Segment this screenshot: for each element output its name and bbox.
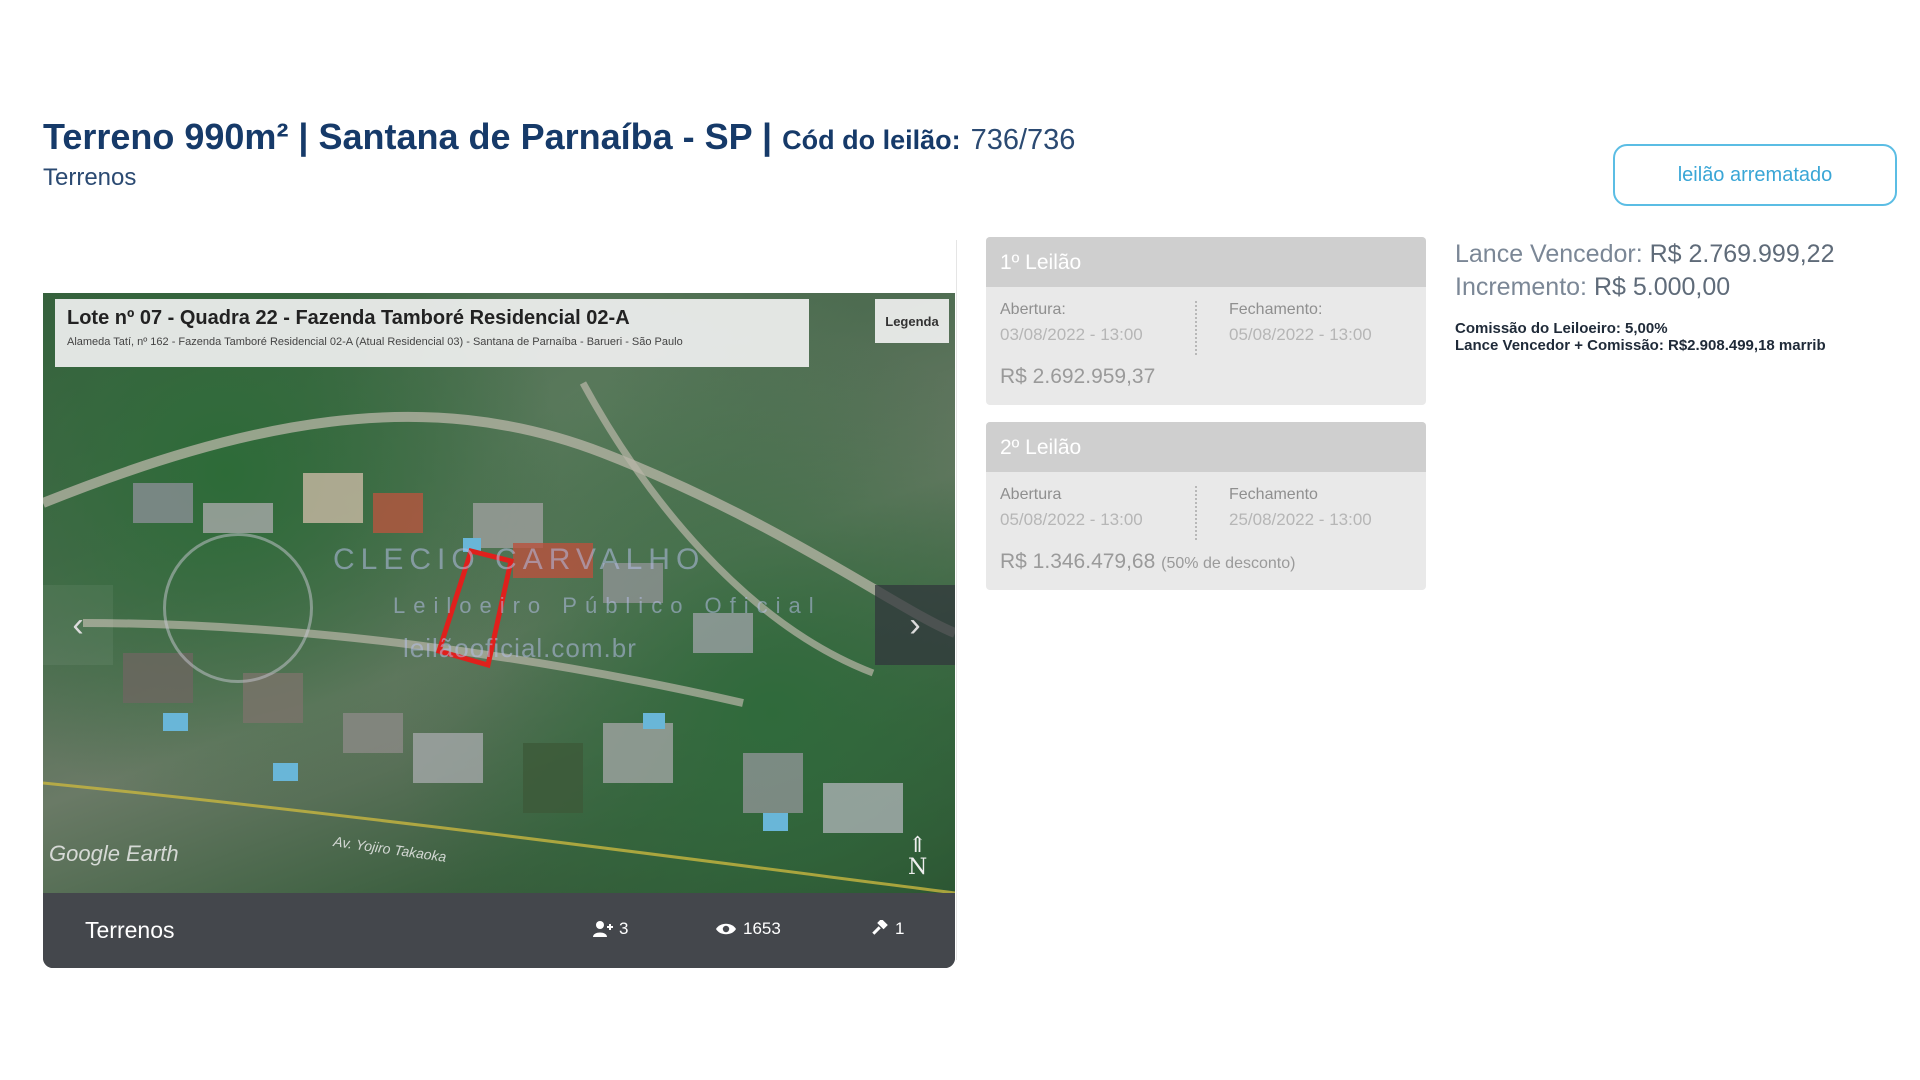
discount-note: (50% de desconto) (1161, 555, 1296, 572)
photo-gallery: CLECIO CARVALHO Leiloeiro Público Oficia… (43, 293, 955, 968)
opening-date: 05/08/2022 - 13:00 (1000, 510, 1143, 529)
first-auction-title: 1º Leilão (986, 237, 1426, 287)
photo-caption-address: Alameda Tatí, nº 162 - Fazenda Tamboré R… (67, 336, 683, 348)
north-label: N (908, 855, 928, 880)
closing-date: 05/08/2022 - 13:00 (1229, 325, 1372, 344)
user-plus-icon (593, 921, 613, 937)
closing-label: Fechamento (1229, 486, 1318, 503)
increment-label: Incremento: (1455, 273, 1588, 301)
watermark-role: Leiloeiro Público Oficial (393, 593, 822, 618)
chevron-left-icon: ‹ (72, 605, 84, 644)
watermark-logo (163, 533, 313, 683)
opening-label: Abertura: (1000, 301, 1066, 318)
participants-count: 3 (619, 919, 629, 938)
card-separator (1195, 301, 1197, 355)
winning-bid: Lance Vencedor: R$ 2.769.999,22 (1455, 240, 1835, 269)
winning-bid-label: Lance Vencedor: (1455, 240, 1643, 268)
eye-icon (716, 923, 736, 935)
gallery-prev-button[interactable]: ‹ (43, 585, 113, 665)
second-auction-card: 2º Leilão Abertura 05/08/2022 - 13:00 Fe… (986, 422, 1426, 590)
opening-date: 03/08/2022 - 13:00 (1000, 325, 1143, 344)
auction-code-value: 736/736 (970, 124, 1076, 156)
closing-date: 25/08/2022 - 13:00 (1229, 510, 1372, 529)
price-value: R$ 2.692.959,37 (1000, 365, 1156, 388)
first-auction-price: R$ 2.692.959,37 (1000, 365, 1155, 389)
commission-text: Comissão do Leiloeiro: 5,00% (1455, 320, 1668, 337)
watermark-name: CLECIO CARVALHO (333, 543, 706, 576)
page-title: Terreno 990m² | Santana de Parnaíba - SP… (43, 116, 1075, 158)
second-auction-opening: Abertura 05/08/2022 - 13:00 (1000, 486, 1190, 530)
chevron-right-icon: › (909, 605, 921, 644)
gallery-next-button[interactable]: › (875, 585, 955, 665)
first-auction-card: 1º Leilão Abertura: 03/08/2022 - 13:00 F… (986, 237, 1426, 405)
card-separator (1195, 486, 1197, 540)
opening-label: Abertura (1000, 486, 1062, 503)
closing-label: Fechamento: (1229, 301, 1323, 318)
bids-stat: 1 (871, 919, 904, 939)
auction-status-button[interactable]: leilão arrematado (1613, 144, 1897, 206)
auction-result: Lance Vencedor: R$ 2.769.999,22 Incremen… (1455, 240, 1835, 354)
watermark-site: leilãooficial.com.br (403, 633, 637, 663)
participants-stat: 3 (593, 919, 628, 939)
views-count: 1653 (743, 919, 781, 938)
photo-caption-title: Lote nº 07 - Quadra 22 - Fazenda Tamboré… (67, 307, 630, 329)
north-arrow-icon: ⇑ (908, 833, 927, 858)
total-with-commission: Lance Vencedor + Comissão: R$2.908.499,1… (1455, 337, 1826, 354)
lot-aerial-photo[interactable]: CLECIO CARVALHO Leiloeiro Público Oficia… (43, 293, 955, 893)
map-brand-label: Google Earth (49, 841, 179, 866)
gallery-category: Terrenos (85, 917, 175, 943)
second-auction-title: 2º Leilão (986, 422, 1426, 472)
bids-count: 1 (895, 919, 905, 938)
photo-caption: Lote nº 07 - Quadra 22 - Fazenda Tamboré… (55, 299, 809, 367)
north-indicator: ⇑ N (908, 835, 927, 879)
views-stat: 1653 (715, 919, 781, 939)
second-auction-price: R$ 1.346.479,68 (50% de desconto) (1000, 550, 1295, 574)
column-divider (956, 240, 957, 960)
price-value: R$ 1.346.479,68 (1000, 550, 1156, 573)
category-label: Terrenos (43, 164, 137, 191)
legend-chip: Legenda (875, 299, 949, 343)
first-auction-closing: Fechamento: 05/08/2022 - 13:00 (1229, 301, 1419, 345)
auction-code-label: Cód do leilão: (782, 125, 961, 155)
gallery-info-bar: Terrenos 3 1653 1 (43, 893, 955, 968)
first-auction-opening: Abertura: 03/08/2022 - 13:00 (1000, 301, 1190, 345)
second-auction-closing: Fechamento 25/08/2022 - 13:00 (1229, 486, 1419, 530)
lot-title: Terreno 990m² | Santana de Parnaíba - SP… (43, 116, 773, 157)
gavel-icon (872, 920, 888, 935)
increment: Incremento: R$ 5.000,00 (1455, 273, 1835, 302)
winning-bid-value: R$ 2.769.999,22 (1649, 240, 1835, 268)
increment-value: R$ 5.000,00 (1593, 273, 1731, 301)
